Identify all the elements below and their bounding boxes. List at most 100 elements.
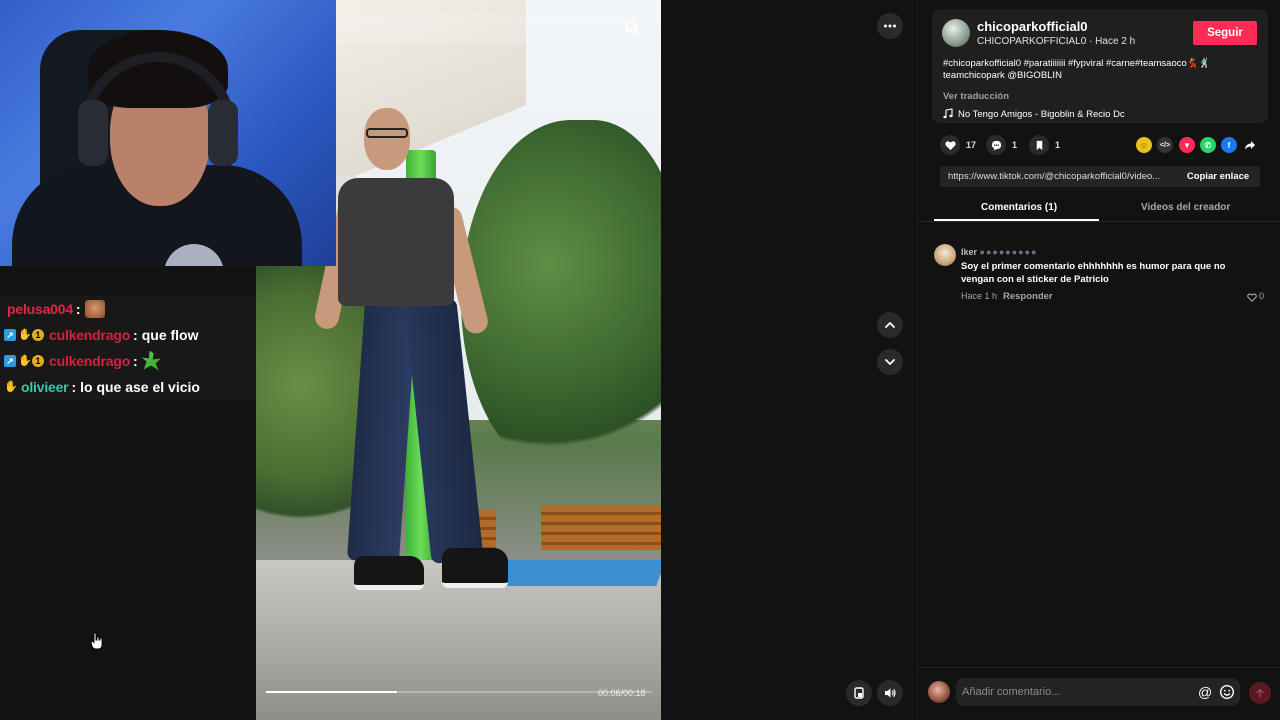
webcam-earcup-left xyxy=(78,100,108,166)
share-link-url[interactable]: https://www.tiktok.com/@chicoparkofficia… xyxy=(948,171,1174,182)
creator-avatar[interactable] xyxy=(942,19,970,47)
caption-line[interactable]: teamchicopark @BIGOBLIN xyxy=(943,70,1263,82)
facebook-icon[interactable]: f xyxy=(1221,137,1237,153)
emoji-icon[interactable] xyxy=(1219,684,1235,700)
chevron-up-icon xyxy=(885,322,895,328)
more-icon xyxy=(884,24,896,28)
tab-divider xyxy=(918,221,1280,222)
wave-badge-icon: ✋ xyxy=(4,380,18,393)
save-count: 1 xyxy=(1055,140,1061,150)
mention-icon[interactable]: @ xyxy=(1198,684,1214,700)
embed-code-icon[interactable]: </> xyxy=(1157,137,1173,153)
green-emote-icon xyxy=(141,350,161,371)
chat-username: olivieer xyxy=(21,378,69,395)
creator-card: chicoparkofficial0 CHICOPARKOFFICIAL0 · … xyxy=(932,9,1268,123)
commenter-name[interactable]: Iker ●●●●●●●●● xyxy=(961,247,1037,257)
dancer-head xyxy=(364,108,410,170)
video-caption: #chicoparkofficial0 #paratiiiiiii #fypvi… xyxy=(943,58,1263,82)
comment-stat[interactable]: 1 xyxy=(986,135,1017,155)
creator-subtitle: CHICOPARKOFFICIAL0 · Hace 2 h xyxy=(977,36,1136,47)
chat-text: que flow xyxy=(141,326,199,343)
follow-button[interactable]: Seguir xyxy=(1193,21,1257,45)
tab-creator-videos[interactable]: Videos del creador xyxy=(1141,202,1230,213)
commenter-emoji-row: ●●●●●●●●● xyxy=(979,247,1038,257)
heart-icon xyxy=(944,140,956,150)
hand-cursor-icon xyxy=(90,632,103,650)
save-button[interactable] xyxy=(1029,135,1049,155)
prime-badge-icon: ↗ xyxy=(4,328,16,341)
music-note-icon xyxy=(943,108,953,119)
see-translation-link[interactable]: Ver traducción xyxy=(943,91,1009,102)
video-time: 00:06/00:18 xyxy=(598,688,646,698)
creator-username[interactable]: chicoparkofficial0 xyxy=(977,19,1088,34)
comment-bubble-icon xyxy=(991,140,1001,151)
copy-link-button[interactable]: Copiar enlace xyxy=(1176,166,1260,187)
comment-text: Soy el primer comentario ehhhhhhh es hum… xyxy=(961,261,1226,285)
chat-separator: : xyxy=(71,378,77,395)
composer-divider xyxy=(918,667,1280,668)
chat-text: lo que ase el vicio xyxy=(80,378,200,395)
chat-username: culkendrago xyxy=(49,326,131,343)
heart-outline-icon[interactable] xyxy=(1247,293,1257,302)
dancer-torso xyxy=(338,178,454,306)
chat-username: culkendrago xyxy=(49,352,131,369)
volume-button[interactable] xyxy=(877,680,903,706)
next-video-button[interactable] xyxy=(877,349,903,375)
emoji-share-icon[interactable]: ☺ xyxy=(1136,137,1152,153)
bookmark-icon xyxy=(1036,140,1042,150)
video-bench xyxy=(541,505,661,550)
commenter-username[interactable]: Iker xyxy=(961,247,977,257)
video-progress-fill xyxy=(266,691,398,693)
search-icon[interactable] xyxy=(624,20,640,36)
dancer-glasses xyxy=(366,128,408,138)
related-search-text[interactable]: tenido relacionado xyxy=(336,20,430,32)
floating-player-button[interactable] xyxy=(846,680,872,706)
arrow-up-icon xyxy=(1256,689,1264,698)
chat-message: pelusa004 : xyxy=(0,296,256,322)
chat-message: ↗ ✋ 1 culkendrago : que flow xyxy=(0,322,256,348)
streamer-webcam xyxy=(0,0,336,266)
chat-separator: : xyxy=(133,326,138,343)
like-stat[interactable]: 17 xyxy=(940,135,976,155)
commenter-avatar[interactable] xyxy=(934,244,956,266)
like-button[interactable] xyxy=(940,135,960,155)
reply-button[interactable]: Responder xyxy=(1003,291,1053,302)
prime-badge-icon: ↗ xyxy=(4,354,16,367)
video-progress-bar[interactable] xyxy=(266,691,652,693)
stream-chat: pelusa004 : ↗ ✋ 1 culkendrago : que flow… xyxy=(0,296,256,400)
chat-separator: : xyxy=(75,300,81,317)
dancer-shoe-right xyxy=(442,548,508,588)
pip-icon xyxy=(854,687,864,699)
chat-message: ✋ olivieer : lo que ase el vicio xyxy=(0,374,256,400)
more-options-button[interactable] xyxy=(877,13,903,39)
comment-button[interactable] xyxy=(986,135,1006,155)
save-stat[interactable]: 1 xyxy=(1029,135,1060,155)
dancer-shoe-left xyxy=(354,556,424,590)
send-to-friends-icon[interactable]: ▼ xyxy=(1179,137,1195,153)
like-count: 17 xyxy=(966,140,977,150)
tab-comments[interactable]: Comentarios (1) xyxy=(981,202,1057,213)
caption-line[interactable]: #chicoparkofficial0 #paratiiiiiii #fypvi… xyxy=(943,58,1263,70)
wave-badge-icon: ✋ xyxy=(18,354,32,367)
speaker-icon xyxy=(885,688,896,698)
chat-username: pelusa004 xyxy=(7,300,73,317)
webcam-earcup-right xyxy=(208,100,238,166)
comment-count: 1 xyxy=(1012,140,1018,150)
wave-badge-icon: ✋ xyxy=(18,328,32,341)
share-arrow-icon[interactable] xyxy=(1242,137,1258,153)
music-title-link[interactable]: No Tengo Amigos - Bigoblin & Recio Dc xyxy=(958,109,1125,120)
video-trees-right xyxy=(461,120,661,480)
chevron-down-icon xyxy=(885,359,895,365)
chat-message: ↗ ✋ 1 culkendrago : xyxy=(0,348,256,374)
face-emote-icon xyxy=(84,299,105,318)
screen: tenido relacionado 00:06/00:18 pelusa004… xyxy=(0,0,1280,720)
comment-like-count: 0 xyxy=(1259,291,1265,301)
bits-badge-icon: 1 xyxy=(32,354,44,367)
bits-badge-icon: 1 xyxy=(32,328,44,341)
post-comment-button[interactable] xyxy=(1249,682,1271,704)
current-user-avatar xyxy=(928,681,950,703)
comment-input[interactable] xyxy=(962,681,1192,703)
whatsapp-icon[interactable]: ✆ xyxy=(1200,137,1216,153)
previous-video-button[interactable] xyxy=(877,312,903,338)
details-panel: chicoparkofficial0 CHICOPARKOFFICIAL0 · … xyxy=(917,0,1280,720)
